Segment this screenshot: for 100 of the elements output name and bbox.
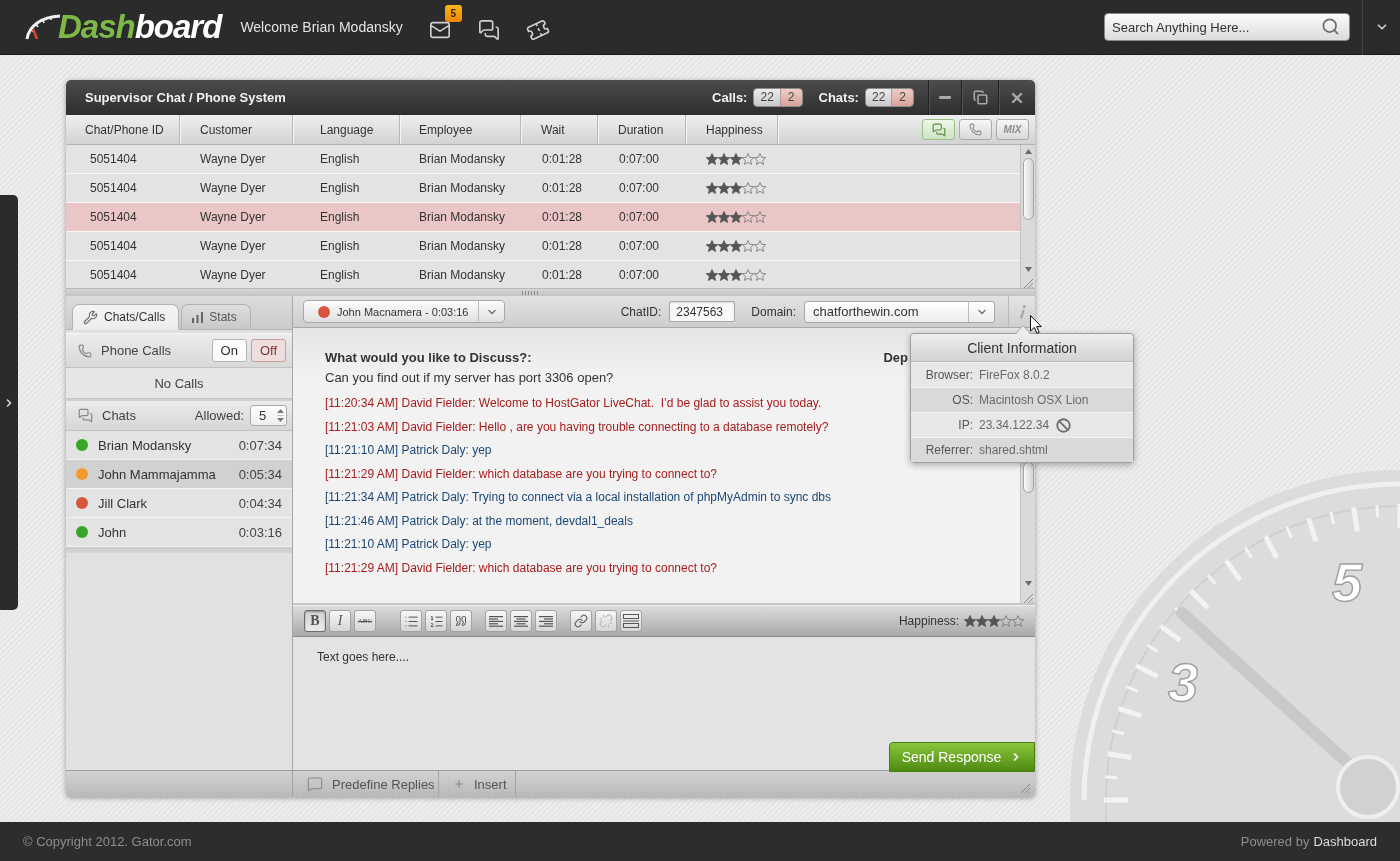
table-row[interactable]: 5051404 Wayne Dyer English Brian Modansky 0:01:28 0:07:00 [66, 261, 1020, 288]
table-cell-text: 0:01:28 [541, 152, 584, 166]
chat-message: [11:21:34 AM] Patrick Daly: Trying to connect via a local installation of phpMyAdmin to sync dbs [325, 489, 832, 506]
column-header[interactable]: Customer [180, 115, 293, 144]
gauge-number: 3 [1168, 652, 1199, 712]
scroll-up-arrow-icon[interactable] [1024, 149, 1032, 154]
table-row[interactable]: 5051404 Wayne Dyer English Brian Modansky 0:01:28 0:07:00 [66, 203, 1020, 232]
domain-dropdown[interactable]: chatforthewin.com [804, 300, 995, 323]
table-cell-text: Brian Modansky [418, 268, 507, 282]
counter-label: Chats: [818, 90, 859, 105]
column-header[interactable]: Chat/Phone ID [66, 115, 180, 144]
bullet-list-button[interactable] [400, 610, 422, 632]
spinner-arrows-icon[interactable] [277, 408, 284, 423]
side-drawer-handle[interactable] [0, 195, 18, 610]
star-icon [976, 615, 988, 627]
column-header[interactable]: Happiness [686, 115, 778, 144]
bold-button[interactable]: B [304, 610, 326, 632]
session-dropdown[interactable]: John Macnamera - 0:03:16 [303, 300, 505, 323]
block-icon[interactable] [1056, 417, 1072, 433]
chat-message: [11:21:03 AM] David Fielder: Hello , are you having trouble connecting to a database remotely? [325, 418, 829, 436]
search-field[interactable]: Search Anything Here... [1104, 13, 1350, 41]
search-icon[interactable] [1321, 17, 1340, 36]
chat-message: [11:21:10 AM] Patrick Daly: yep [325, 536, 492, 553]
info-value: Macintosh OSX Lion [979, 393, 1089, 407]
allowed-spinner[interactable]: 5 [250, 405, 287, 426]
align-center-button[interactable] [510, 610, 532, 632]
session-label: John Macnamera - 0:03:16 [337, 305, 469, 318]
scroll-down-arrow-icon[interactable] [1024, 581, 1032, 586]
splitter-grip-icon[interactable] [522, 290, 538, 295]
scrollbar-thumb[interactable] [1022, 158, 1034, 220]
bar-chart-icon [192, 311, 204, 323]
table-cell-text: 0:01:28 [541, 268, 584, 282]
star-icon [730, 153, 742, 165]
notification-badge: 5 [444, 5, 462, 22]
resize-grip-icon[interactable] [1023, 593, 1033, 603]
panel-tab[interactable]: Chats/Calls [72, 304, 180, 330]
table-cell-text: 5051404 [89, 181, 138, 195]
powered-by-label: Powered by [1240, 834, 1310, 849]
bullet-list-icon [403, 613, 419, 629]
table-cell-text: 5051404 [89, 210, 138, 224]
star-icon [742, 182, 754, 194]
table-row[interactable]: 5051404 Wayne Dyer English Brian Modansky 0:01:28 0:07:00 [66, 145, 1020, 174]
info-label: Referrer: [925, 443, 973, 457]
insert-button[interactable]: Insert [439, 771, 516, 797]
predefine-replies-button[interactable]: Predefine Replies [293, 771, 439, 797]
horizontal-rule-button[interactable] [620, 610, 642, 632]
column-header[interactable]: Employee [400, 115, 521, 144]
chat-id-label: ChatID: [620, 304, 662, 319]
contact-name: Brian Modansky [98, 437, 192, 453]
star-icon [754, 211, 766, 223]
star-icon [730, 211, 742, 223]
resize-grip-icon[interactable] [1020, 783, 1030, 793]
off-toggle-button[interactable]: Off [250, 339, 286, 362]
italic-button[interactable]: I [329, 610, 351, 632]
star-icon [730, 182, 742, 194]
contact-name: Jill Clark [98, 495, 148, 511]
star-icon [706, 269, 718, 281]
link-button[interactable] [570, 610, 592, 632]
mail-icon[interactable] [428, 19, 451, 41]
star-icon [706, 211, 718, 223]
department-label: Dep [883, 350, 908, 366]
scrollbar-thumb[interactable] [1022, 462, 1034, 493]
contact-name: John Mammajamma [98, 466, 216, 482]
table-cell-text: Brian Modansky [418, 181, 507, 195]
cursor-icon [1030, 315, 1042, 334]
column-header[interactable]: Duration [598, 115, 686, 144]
star-icon [1012, 615, 1024, 627]
quote-button[interactable] [450, 610, 472, 632]
chat-list-item[interactable]: John Mammajamma 0:05:34 [66, 460, 292, 489]
chat-bubbles-icon[interactable] [477, 19, 500, 41]
star-icon [718, 182, 730, 194]
table-row[interactable]: 5051404 Wayne Dyer English Brian Modansky 0:01:28 0:07:00 [66, 174, 1020, 203]
column-header[interactable]: Language [293, 115, 400, 144]
align-right-button[interactable] [535, 610, 557, 632]
chat-duration: 0:05:34 [238, 466, 282, 482]
chat-bubbles-icon [931, 122, 946, 137]
chat-id-field[interactable]: 2347563 [669, 301, 736, 322]
table-cell-text: 0:01:28 [541, 210, 584, 224]
panel-tab[interactable]: Stats [181, 304, 251, 330]
chat-message: [11:21:46 AM] Patrick Daly: at the moment, devdal1_deals [325, 512, 633, 530]
align-left-button[interactable] [485, 610, 507, 632]
info-value: FireFox 8.0.2 [979, 368, 1050, 382]
wrench-icon [83, 309, 98, 325]
numbered-list-button[interactable] [425, 610, 447, 632]
restore-icon [972, 90, 988, 105]
brand-name: Dashboard [1313, 834, 1377, 849]
copyright-text: © Copyright 2012. Gator.com [23, 834, 192, 849]
star-icon [706, 153, 718, 165]
star-icon [988, 615, 1000, 627]
column-header[interactable]: Wait [521, 115, 598, 144]
phone-calls-label: Phone Calls [101, 343, 172, 358]
gauge-number: 5 [1332, 552, 1363, 612]
scroll-down-arrow-icon[interactable] [1024, 267, 1032, 272]
chat-duration: 0:07:34 [238, 437, 282, 453]
table-cell-text: 0:01:28 [541, 239, 584, 253]
on-toggle-button[interactable]: On [211, 339, 247, 362]
star-icon [706, 240, 718, 252]
star-icon [742, 240, 754, 252]
table-row[interactable]: 5051404 Wayne Dyer English Brian Modansky 0:01:28 0:07:00 [66, 232, 1020, 261]
resize-grip-icon[interactable] [1023, 278, 1033, 288]
